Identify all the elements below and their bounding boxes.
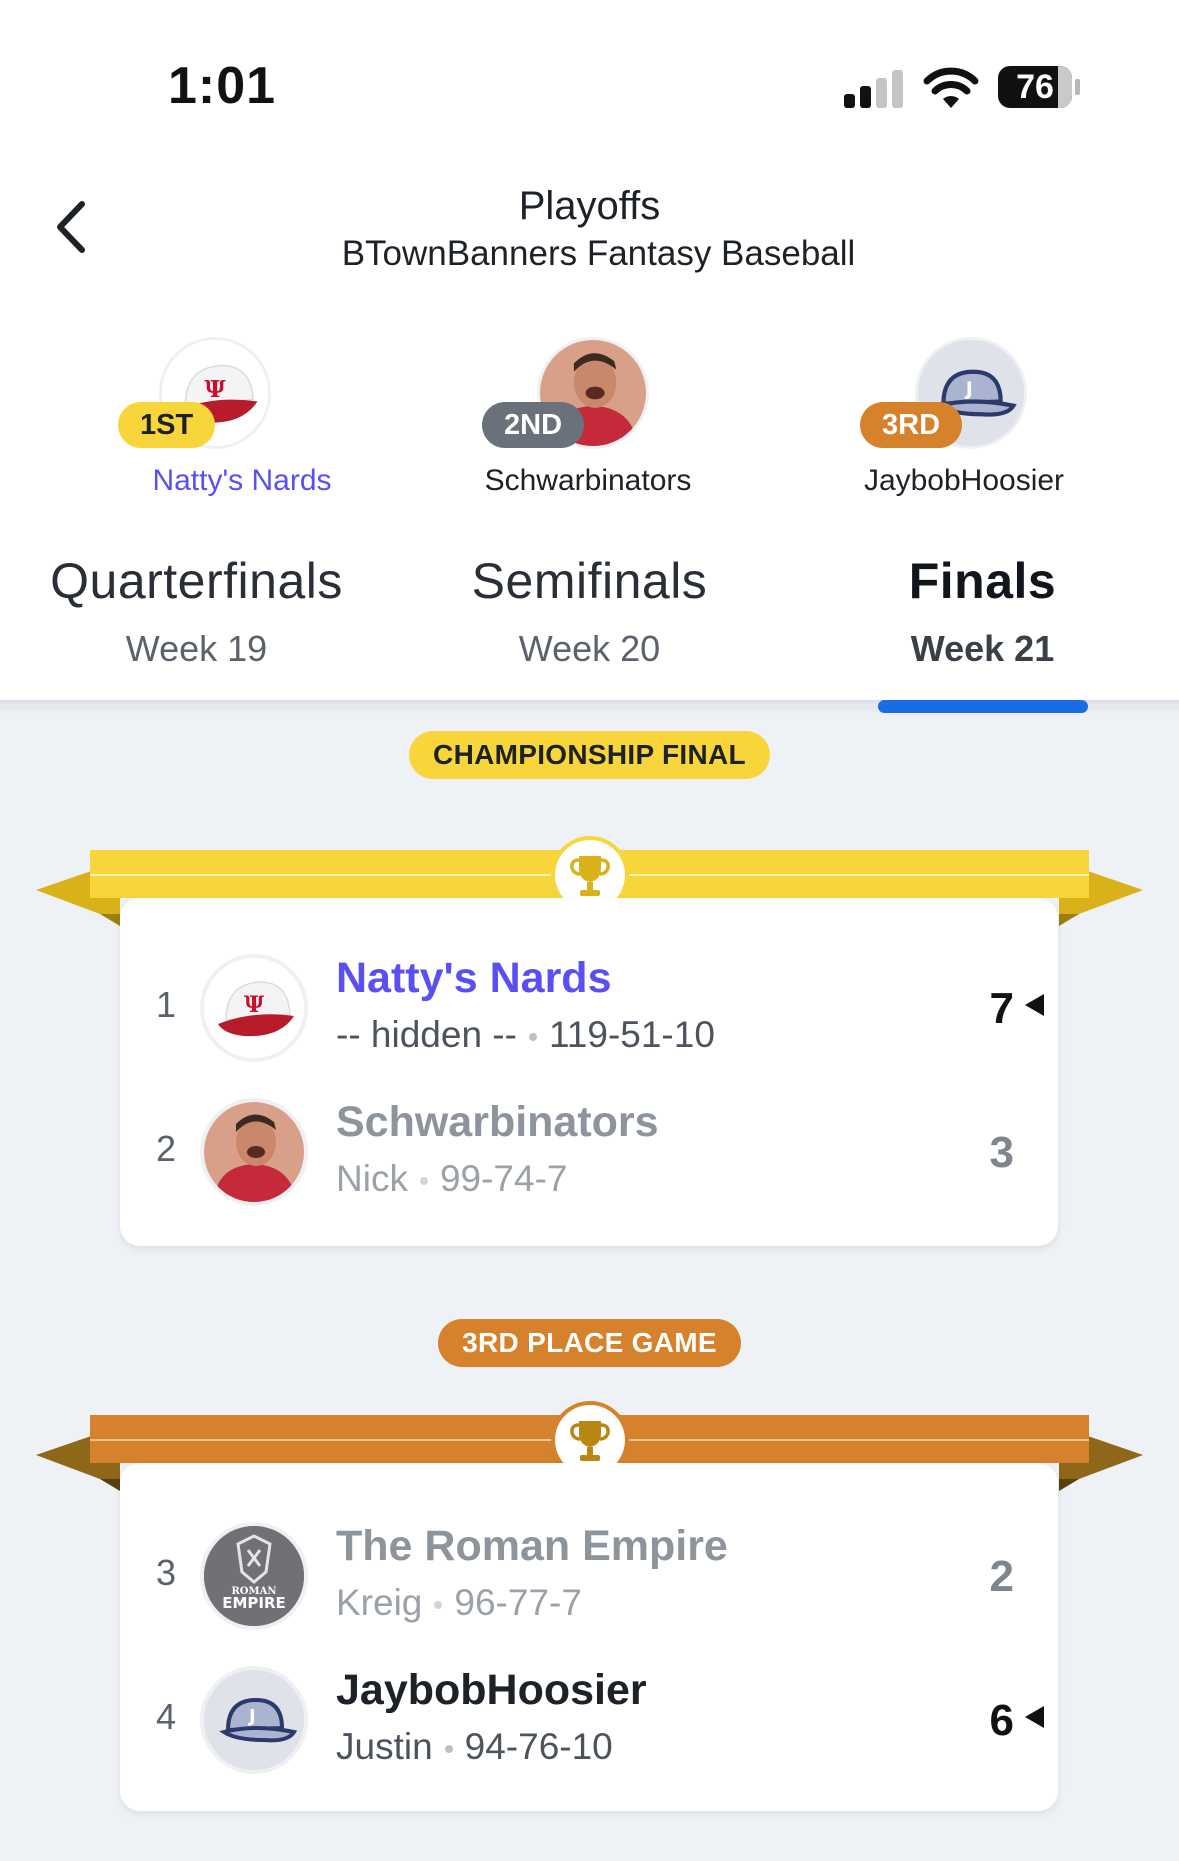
tab-semifinals[interactable]: Semifinals Week 20 <box>393 552 786 670</box>
podium-third[interactable]: J 3RD JaybobHoosier <box>834 340 1094 510</box>
triangle-left-icon <box>1025 994 1044 1016</box>
team-name: JaybobHoosier <box>336 1666 647 1714</box>
battery-indicator: 76 <box>998 66 1080 108</box>
page-title: Playoffs <box>518 184 661 228</box>
third-place-matchup-card[interactable]: 3 ROMAN EMPIRE The Roman Empire Kreig 96-… <box>120 1463 1058 1811</box>
active-tab-indicator <box>878 700 1088 713</box>
team-row[interactable]: 4 J JaybobHoosier Justin 94-76-10 6 <box>120 1660 1058 1780</box>
team-meta: Kreig 96-77-7 <box>336 1582 582 1624</box>
player-photo-avatar <box>204 1102 304 1202</box>
tab-week: Week 21 <box>910 628 1055 669</box>
podium-second[interactable]: 2ND Schwarbinators <box>458 340 718 510</box>
section-third-place: 3RD PLACE GAME <box>0 1319 1179 1367</box>
cap-letter: J <box>247 1706 256 1727</box>
logo-text: EMPIRE <box>222 1594 286 1612</box>
team-record: 96-77-7 <box>454 1582 582 1623</box>
podium-team-name: Schwarbinators <box>484 464 692 497</box>
owner-name: Justin <box>336 1726 433 1767</box>
trophy-icon <box>570 856 610 896</box>
team-record: 94-76-10 <box>464 1726 613 1767</box>
team-record: 119-51-10 <box>548 1014 715 1055</box>
tab-label: Finals <box>908 553 1057 609</box>
status-time: 1:01 <box>168 57 277 115</box>
team-row[interactable]: 3 ROMAN EMPIRE The Roman Empire Kreig 96-… <box>120 1516 1058 1636</box>
team-record: 99-74-7 <box>439 1158 568 1199</box>
team-name: Natty's Nards <box>336 954 612 1002</box>
svg-text:Ψ: Ψ <box>244 992 264 1018</box>
wifi-icon <box>923 67 979 108</box>
tab-week: Week 19 <box>125 628 268 669</box>
team-row[interactable]: 2 Schwarbinators Nick 99-74-7 3 <box>120 1092 1058 1212</box>
section-championship: CHAMPIONSHIP FINAL <box>0 731 1179 779</box>
podium-team-name: Natty's Nards <box>152 464 332 497</box>
tab-week: Week 20 <box>518 628 661 669</box>
team-name: The Roman Empire <box>336 1522 728 1570</box>
seed: 4 <box>156 1696 177 1737</box>
seed: 3 <box>156 1552 177 1593</box>
triangle-left-icon <box>1025 1706 1044 1728</box>
cellular-signal-icon <box>844 68 906 108</box>
separator-dot <box>419 1177 428 1186</box>
avatar <box>204 1102 304 1202</box>
avatar: ROMAN EMPIRE <box>204 1526 304 1626</box>
separator-dot <box>434 1601 443 1610</box>
owner-name: Nick <box>336 1158 408 1199</box>
team-meta: Nick 99-74-7 <box>336 1158 567 1200</box>
team-score: 3 <box>989 1128 1014 1177</box>
roman-empire-logo-icon: ROMAN EMPIRE <box>204 1526 304 1626</box>
podium-team-name: JaybobHoosier <box>863 464 1065 497</box>
owner-name: Kreig <box>336 1582 423 1623</box>
tab-quarterfinals[interactable]: Quarterfinals Week 19 <box>0 552 393 670</box>
third-place-label: 3RD PLACE GAME <box>438 1319 741 1367</box>
page-subtitle: BTownBanners Fantasy Baseball <box>341 234 856 273</box>
team-meta: -- hidden -- 119-51-10 <box>336 1014 715 1056</box>
cap-avatar-icon: Ψ <box>204 958 304 1058</box>
team-score: 7 <box>989 984 1014 1033</box>
team-meta: Justin 94-76-10 <box>336 1726 613 1768</box>
tab-label: Quarterfinals <box>50 553 343 609</box>
owner-name: -- hidden -- <box>336 1014 517 1055</box>
place-badge: 2ND <box>482 402 585 448</box>
separator-dot <box>528 1033 537 1042</box>
team-score: 6 <box>989 1696 1014 1745</box>
tab-finals[interactable]: Finals Week 21 <box>786 552 1179 670</box>
avatar: J <box>204 1670 304 1770</box>
seed: 1 <box>156 984 177 1025</box>
place-badge: 3RD <box>860 402 963 448</box>
championship-label: CHAMPIONSHIP FINAL <box>409 731 770 779</box>
place-badge: 1ST <box>118 402 216 448</box>
cap-avatar-icon: J <box>204 1670 304 1770</box>
trophy-icon <box>570 1421 610 1461</box>
team-score: 2 <box>989 1552 1014 1601</box>
tab-label: Semifinals <box>471 553 708 609</box>
team-name: Schwarbinators <box>336 1098 659 1146</box>
seed: 2 <box>156 1128 177 1169</box>
separator-dot <box>444 1745 453 1754</box>
team-row[interactable]: 1 Ψ Natty's Nards -- hidden -- 119-51-10 … <box>120 948 1058 1068</box>
svg-text:Ψ: Ψ <box>204 376 226 403</box>
cap-letter: J <box>964 378 973 400</box>
championship-matchup-card[interactable]: 1 Ψ Natty's Nards -- hidden -- 119-51-10 … <box>120 898 1058 1246</box>
avatar: Ψ <box>204 958 304 1058</box>
podium-first[interactable]: Ψ 1ST Natty's Nards <box>112 340 372 510</box>
